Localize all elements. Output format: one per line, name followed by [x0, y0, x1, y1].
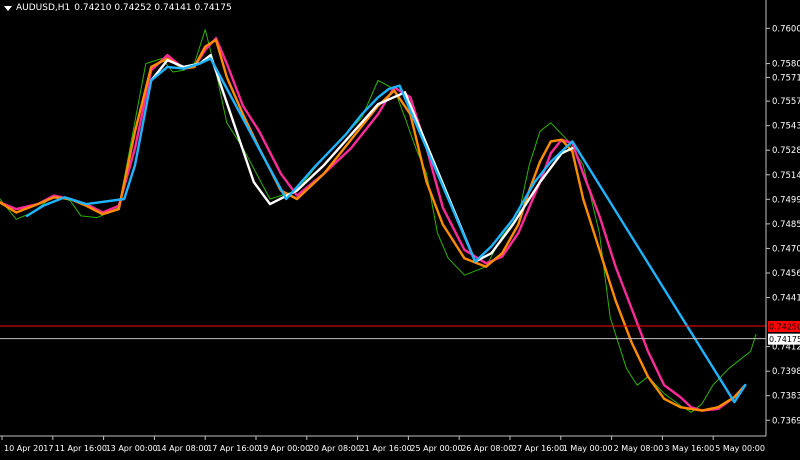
y-tick-label: 0.74708: [772, 244, 800, 254]
chart-menu-dropdown-icon[interactable]: [4, 5, 12, 11]
series-line-2: [0, 38, 747, 412]
y-tick-label: 0.75578: [772, 97, 800, 107]
series-line-4: [25, 57, 747, 404]
x-tick-label: 5 May 00:00: [715, 444, 765, 453]
y-tick-label: 0.76008: [772, 24, 800, 34]
y-tick-label: 0.74998: [772, 195, 800, 205]
symbol-label: AUDUSD,H1: [16, 3, 71, 13]
y-tick-label: 0.74853: [772, 220, 800, 230]
x-tick-label: 21 Apr 16:00: [360, 444, 412, 453]
price-level-label: 0.74250: [769, 322, 800, 331]
series-line-3: [149, 53, 574, 263]
y-tick-label: 0.73983: [772, 367, 800, 377]
y-tick-label: 0.74418: [772, 294, 800, 304]
y-tick-label: 0.75433: [772, 122, 800, 132]
x-tick-label: 25 Apr 00:00: [410, 444, 462, 453]
x-tick-label: 19 Apr 00:00: [258, 444, 310, 453]
x-tick-label: 17 Apr 16:00: [207, 444, 259, 453]
x-tick-label: 13 Apr 00:00: [106, 444, 158, 453]
y-tick-label: 0.75718: [772, 73, 800, 83]
price-chart[interactable]: AUDUSD,H1 0.74210 0.74252 0.74141 0.7417…: [0, 0, 800, 456]
x-tick-label: 20 Apr 08:00: [309, 444, 361, 453]
x-tick-label: 27 Apr 16:00: [512, 444, 564, 453]
x-tick-label: 1 May 00:00: [563, 444, 613, 453]
ohlc-readout: 0.74210 0.74252 0.74141 0.74175: [74, 3, 232, 13]
x-tick-label: 10 Apr 2017: [4, 444, 53, 453]
x-tick-label: 2 May 08:00: [614, 444, 664, 453]
x-tick-label: 3 May 16:00: [664, 444, 714, 453]
y-tick-label: 0.74563: [772, 269, 800, 279]
y-tick-label: 0.74128: [772, 343, 800, 353]
x-tick-label: 11 Apr 16:00: [55, 444, 107, 453]
y-tick-label: 0.75800: [772, 60, 800, 70]
y-tick-label: 0.75288: [772, 146, 800, 156]
y-tick-label: 0.75143: [772, 171, 800, 181]
y-tick-label: 0.73838: [772, 392, 800, 402]
y-tick-label: 0.73693: [772, 416, 800, 426]
x-tick-label: 14 Apr 08:00: [156, 444, 208, 453]
chart-canvas[interactable]: 0.742500.74175 0.760080.758000.757180.75…: [0, 0, 800, 456]
x-tick-label: 26 Apr 08:00: [461, 444, 513, 453]
series-line-0: [0, 29, 757, 413]
symbol-header: AUDUSD,H1 0.74210 0.74252 0.74141 0.7417…: [4, 3, 232, 13]
